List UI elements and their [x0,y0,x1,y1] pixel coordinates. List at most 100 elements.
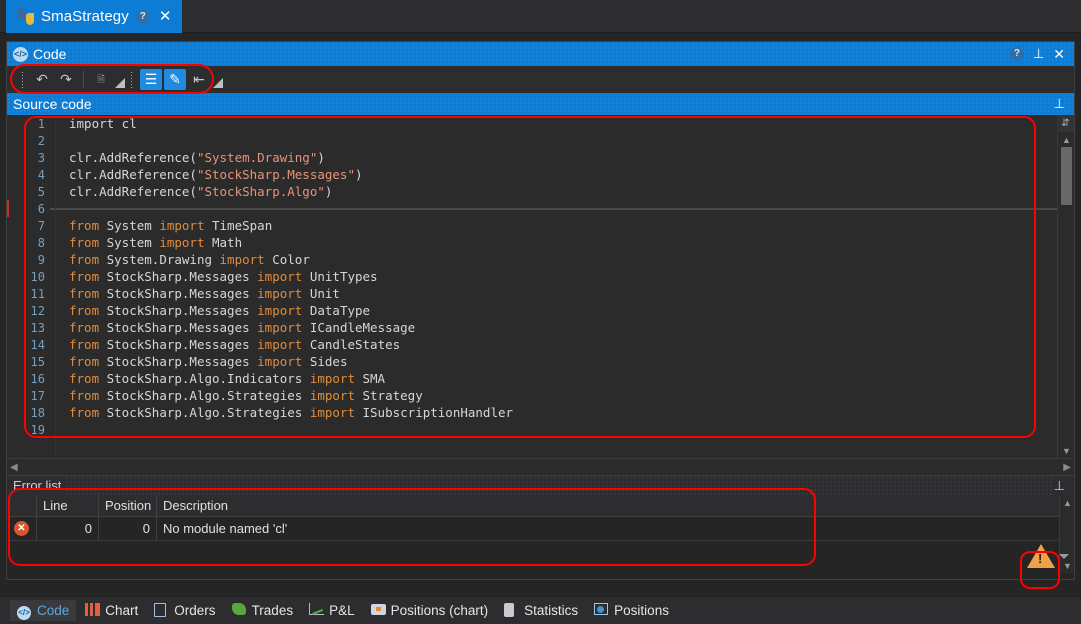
bottom-tab-chart[interactable]: Chart [78,600,145,621]
code-token: TimeSpan [204,218,273,233]
scroll-up-arrow[interactable]: ▲ [1058,132,1075,147]
scroll-thumb[interactable] [1061,147,1072,205]
source-code-caption: Source code ⊥ [7,93,1074,115]
editor-line[interactable]: 10 from StockSharp.Messages import UnitTy… [7,268,1057,285]
code-token: from [69,252,100,267]
warning-indicator[interactable] [1014,539,1074,573]
highlighter-button[interactable]: ✎ [164,69,186,90]
editor-line[interactable]: 6 [7,200,1057,217]
editor-line[interactable]: 16 from StockSharp.Algo.Indicators import… [7,370,1057,387]
col-position[interactable]: Position [99,495,157,516]
code-token: "StockSharp.Algo" [196,184,325,199]
col-line[interactable]: Line [37,495,99,516]
panel-close-icon[interactable]: ✕ [1053,46,1065,63]
bottom-tab-positions-chart[interactable]: Positions (chart) [364,600,496,621]
line-text[interactable]: from StockSharp.Algo.Strategies import S… [51,388,1057,403]
close-icon[interactable]: ✕ [157,9,174,24]
editor-line[interactable]: 2 [7,132,1057,149]
editor-line[interactable]: 3 clr.AddReference("System.Drawing") [7,149,1057,166]
hscroll-left-arrow[interactable]: ◀ [10,462,18,473]
code-token: import [159,235,205,250]
line-text[interactable]: import cl [51,116,1057,131]
editor-line[interactable]: 7 from System import TimeSpan [7,217,1057,234]
bottom-tab-label: Positions (chart) [390,603,489,618]
code-list-button[interactable]: ☰ [140,69,162,90]
split-view-handle[interactable]: ⇵ [1057,115,1074,132]
cell-position: 0 [99,517,157,540]
redo-button[interactable]: ↷ [55,69,77,90]
pin-icon[interactable]: ⊥ [1033,46,1044,62]
undo-button[interactable]: ↶ [31,69,53,90]
scroll-down-arrow[interactable]: ▼ [1058,443,1075,458]
line-number: 2 [37,133,45,148]
error-pin-icon[interactable]: ⊥ [1054,478,1065,494]
line-text[interactable]: from StockSharp.Algo.Indicators import S… [51,371,1057,386]
code-token: Math [204,235,243,250]
references-button[interactable]: 🗎 [90,69,112,90]
error-scroll-up[interactable]: ▲ [1060,495,1075,510]
source-pin-icon[interactable]: ⊥ [1054,96,1065,112]
bottom-tab-orders[interactable]: Orders [147,600,222,621]
application-window: SmaStrategy ? ✕ </> Code ? ⊥ ✕ ↶ ↷ 🗎 ☰ ✎ [0,0,1081,624]
help-icon[interactable]: ? [135,9,150,24]
editor-line[interactable]: 12 from StockSharp.Messages import DataTy… [7,302,1057,319]
code-token: import [257,286,303,301]
code-token: from [69,337,100,352]
code-panel: </> Code ? ⊥ ✕ ↶ ↷ 🗎 ☰ ✎ ⇤ Source code ⊥ [6,41,1075,580]
toolbar-grip[interactable] [21,71,25,88]
references-dropdown-icon[interactable] [115,77,125,88]
source-code-editor[interactable]: 1 import cl 2 3 clr.AddReference("System.Dra… [7,115,1057,458]
bottom-tab-statistics[interactable]: Statistics [497,600,585,621]
hscroll-right-arrow[interactable]: ▶ [1063,462,1071,473]
line-text[interactable]: from StockSharp.Messages import Sides [51,354,1057,369]
strategy-tab-smastrategy[interactable]: SmaStrategy ? ✕ [6,0,183,33]
bottom-tab-p-l[interactable]: P&L [302,600,362,621]
bottom-tab-label: Statistics [524,603,579,618]
line-text[interactable]: from StockSharp.Messages import Unit [51,286,1057,301]
editor-line[interactable]: 5 clr.AddReference("StockSharp.Algo") [7,183,1057,200]
code-token: from [69,405,100,420]
indent-dropdown-icon[interactable] [213,77,223,88]
editor-horizontal-scrollbar[interactable]: ◀ ▶ [7,458,1074,475]
line-text[interactable]: from System.Drawing import Color [51,252,1057,267]
code-token: clr.AddReference( [69,150,197,165]
line-text[interactable]: from StockSharp.Messages import ICandleM… [51,320,1057,335]
error-icon-cell: ✕ [7,517,37,540]
editor-line[interactable]: 17 from StockSharp.Algo.Strategies import… [7,387,1057,404]
table-row[interactable]: ✕ 0 0 No module named 'cl' [7,517,1059,541]
editor-line[interactable]: 14 from StockSharp.Messages import Candle… [7,336,1057,353]
line-text[interactable]: clr.AddReference("StockSharp.Algo") [51,184,1057,199]
line-text[interactable]: from System import Math [51,235,1057,250]
bottom-tab-trades[interactable]: Trades [225,600,301,621]
line-text[interactable]: from StockSharp.Messages import UnitType… [51,269,1057,284]
editor-vertical-scrollbar[interactable]: ⇵ ▲ ▼ [1057,115,1074,458]
warning-dropdown-icon[interactable] [1059,553,1069,559]
editor-line[interactable]: 15 from StockSharp.Messages import Sides [7,353,1057,370]
bottom-tab-positions[interactable]: Positions [587,600,676,621]
bottom-tab-code[interactable]: </> Code [10,600,77,621]
toolbar-grip-2[interactable] [130,71,134,88]
indent-button[interactable]: ⇤ [188,69,210,90]
line-text[interactable]: from StockSharp.Algo.Strategies import I… [51,405,1057,420]
editor-line[interactable]: 18 from StockSharp.Algo.Strategies import… [7,404,1057,421]
code-token: from [69,320,100,335]
editor-line[interactable]: 11 from StockSharp.Messages import Unit [7,285,1057,302]
line-text[interactable]: from System import TimeSpan [51,218,1057,233]
code-token: DataType [302,303,371,318]
code-token: from [69,269,100,284]
col-description[interactable]: Description [157,495,1059,516]
line-number: 1 [37,116,45,131]
line-text[interactable]: clr.AddReference("StockSharp.Messages") [51,167,1057,182]
editor-line[interactable]: 1 import cl [7,115,1057,132]
panel-help-icon[interactable]: ? [1009,47,1024,61]
editor-line[interactable]: 19 [7,421,1057,438]
warning-triangle-icon[interactable] [1027,544,1055,568]
line-text[interactable]: from StockSharp.Messages import CandleSt… [51,337,1057,352]
code-token: Unit [302,286,340,301]
editor-line[interactable]: 4 clr.AddReference("StockSharp.Messages") [7,166,1057,183]
editor-line[interactable]: 8 from System import Math [7,234,1057,251]
line-text[interactable]: clr.AddReference("System.Drawing") [51,150,1057,165]
editor-line[interactable]: 9 from System.Drawing import Color [7,251,1057,268]
line-text[interactable]: from StockSharp.Messages import DataType [51,303,1057,318]
editor-line[interactable]: 13 from StockSharp.Messages import ICandl… [7,319,1057,336]
